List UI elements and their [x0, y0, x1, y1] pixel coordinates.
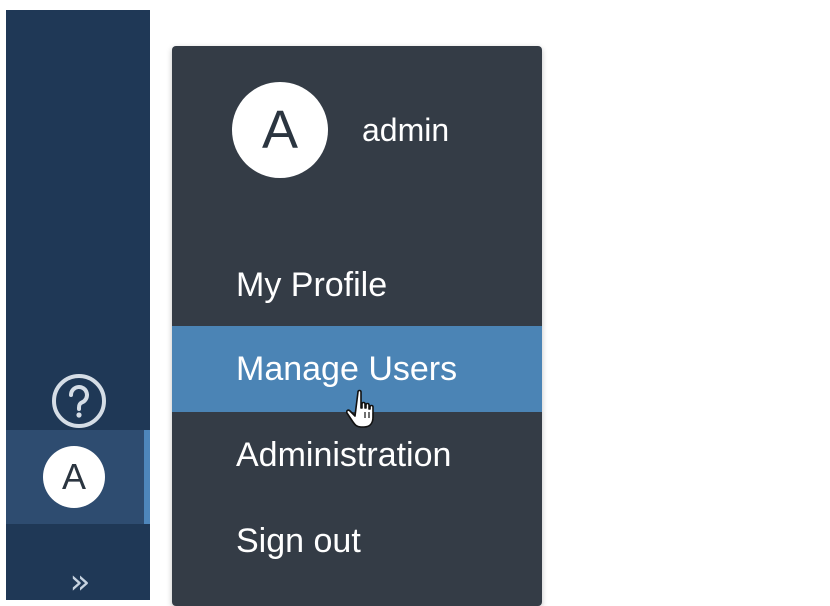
- menu-item-label: Manage Users: [236, 350, 458, 388]
- menu-item-sign-out[interactable]: Sign out: [172, 498, 542, 584]
- menu-item-label: My Profile: [236, 266, 388, 304]
- sidebar-user-button[interactable]: A: [6, 430, 150, 524]
- menu-item-label: Sign out: [236, 522, 361, 560]
- question-circle-icon: [52, 374, 106, 428]
- help-button[interactable]: [48, 370, 110, 432]
- menu-item-manage-users[interactable]: Manage Users: [172, 326, 542, 412]
- expand-sidebar-button[interactable]: »: [48, 562, 112, 602]
- active-indicator: [144, 430, 150, 524]
- avatar: A: [43, 446, 105, 508]
- top-strip: [0, 0, 830, 10]
- user-avatar: A: [232, 82, 328, 178]
- sidebar: A »: [6, 10, 150, 602]
- user-menu-header: A admin: [172, 46, 542, 226]
- menu-item-administration[interactable]: Administration: [172, 412, 542, 498]
- menu-item-my-profile[interactable]: My Profile: [172, 242, 542, 328]
- username: admin: [362, 112, 450, 148]
- double-chevron-right-icon: »: [69, 562, 91, 602]
- menu-item-label: Administration: [236, 436, 452, 474]
- user-menu: A admin My Profile Manage Users Administ…: [172, 46, 542, 606]
